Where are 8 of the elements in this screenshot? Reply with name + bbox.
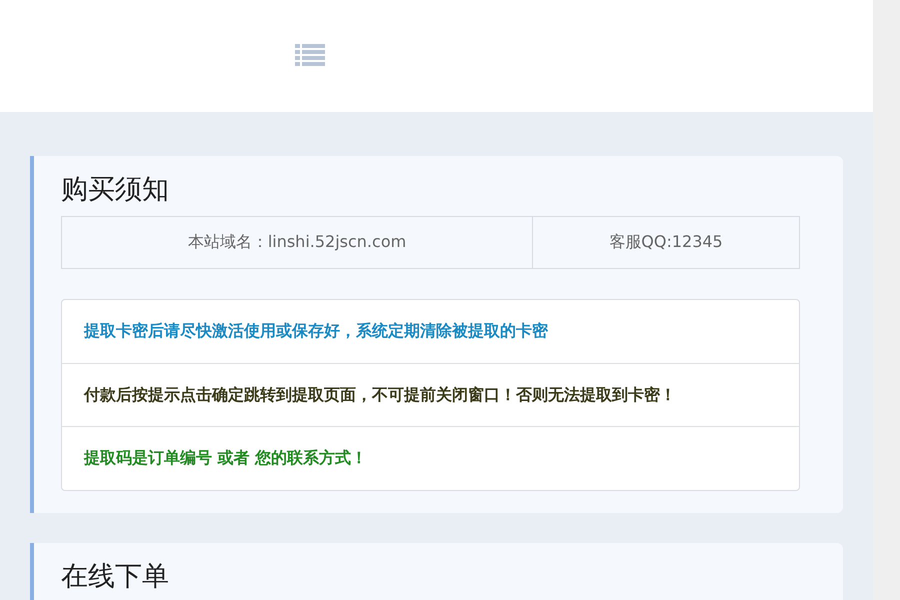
card-title: 购买须知 bbox=[61, 174, 170, 206]
notice-text: 提取卡密后请尽快激活使用或保存好，系统定期清除被提取的卡密 bbox=[82, 320, 549, 342]
card-title: 在线下单 bbox=[61, 560, 170, 593]
notice-text: 付款后按提示点击确定跳转到提取页面，不可提前关闭窗口！否则无法提取到卡密！ bbox=[62, 362, 799, 426]
info-cell-text: 客服QQ:12345 bbox=[608, 231, 724, 254]
notice-text: 提取码是订单编号 或者 您的联系方式！ bbox=[62, 426, 799, 490]
menu-icon[interactable] bbox=[295, 44, 325, 68]
info-cell: 本站域名：linshi.52jscn.com bbox=[62, 217, 533, 268]
